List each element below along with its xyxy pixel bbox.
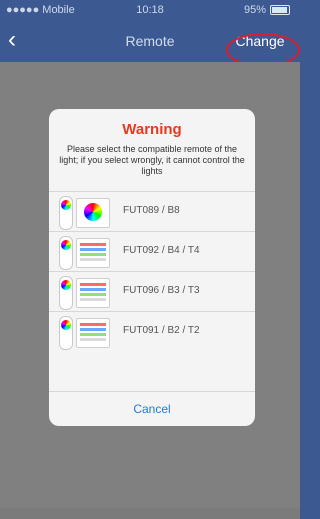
battery-icon (270, 5, 290, 15)
panel-icon (76, 318, 110, 348)
remote-option-fut096[interactable]: FUT096 / B3 / T3 (49, 271, 255, 312)
cancel-button[interactable]: Cancel (49, 392, 255, 426)
remote-option-label: FUT096 / B3 / T3 (123, 285, 200, 296)
color-wheel-icon (61, 320, 71, 330)
remote-option-label: FUT092 / B4 / T4 (123, 245, 200, 256)
remote-option-fut091[interactable]: FUT091 / B2 / T2 (49, 311, 255, 352)
panel-icon (76, 198, 110, 228)
panel-bars-icon (80, 243, 106, 261)
dialog-message: Please select the compatible remote of t… (59, 144, 245, 176)
panel-color-wheel-icon (84, 203, 102, 221)
remote-option-label: FUT091 / B2 / T2 (123, 325, 200, 336)
remote-device-icon (59, 316, 73, 350)
battery-percent: 95% (243, 4, 266, 16)
remote-option-label: FUT089 / B8 (123, 205, 180, 216)
panel-icon (76, 278, 110, 308)
home-strip (0, 508, 300, 519)
navigation-bar: ‹ Remote Change (0, 20, 300, 67)
panel-bars-icon (80, 283, 106, 301)
status-bar: ●●●●● Mobile 10:18 95% (0, 0, 300, 20)
remote-option-fut089[interactable]: FUT089 / B8 (49, 191, 255, 232)
color-wheel-icon (61, 240, 71, 250)
color-wheel-icon (61, 200, 71, 210)
panel-icon (76, 238, 110, 268)
remote-option-fut092[interactable]: FUT092 / B4 / T4 (49, 231, 255, 272)
remote-device-icon (59, 276, 73, 310)
panel-bars-icon (80, 323, 106, 341)
remote-device-icon (59, 236, 73, 270)
remote-device-icon (59, 196, 73, 230)
warning-dialog: Warning Please select the compatible rem… (49, 109, 255, 426)
color-wheel-icon (61, 280, 71, 290)
dialog-title: Warning (122, 121, 182, 138)
battery-status: 95% (244, 4, 290, 16)
